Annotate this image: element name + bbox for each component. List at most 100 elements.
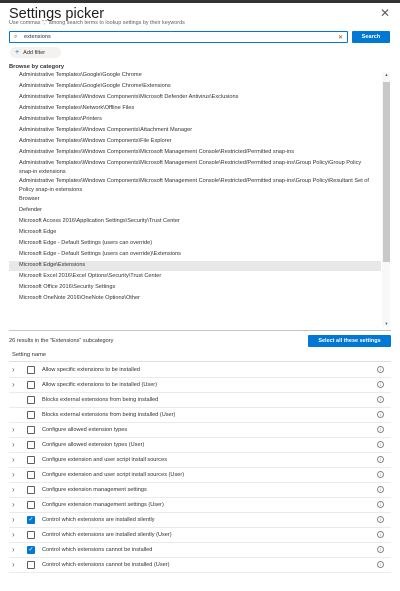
category-item[interactable]: Administrative Templates\Windows Compone… [9,93,381,102]
category-item[interactable]: Administrative Templates\Network\Offline… [9,104,381,113]
setting-row[interactable]: › Configure allowed extension types i [9,423,391,438]
results-summary: 26 results in the "Extensions" subcatego… [9,338,114,344]
category-item[interactable]: Microsoft Edge\Extensions [9,261,381,271]
category-list: Administrative Templates\Google\Google C… [9,71,391,327]
setting-row[interactable]: › Control which extensions cannot be inst… [9,558,391,573]
info-icon[interactable]: i [377,531,384,538]
category-item[interactable]: Administrative Templates\Google\Google C… [9,82,381,91]
chevron-right-icon[interactable]: › [12,500,15,510]
category-item[interactable]: Browser [9,195,381,204]
info-icon[interactable]: i [377,456,384,463]
setting-name: Configure extension and user script inst… [42,457,167,463]
category-item[interactable]: Administrative Templates\Windows Compone… [9,148,381,157]
setting-row[interactable]: › Allow specific extensions to be install… [9,363,391,378]
chevron-right-icon[interactable]: › [12,560,15,570]
setting-row[interactable]: › Configure extension and user script ins… [9,468,391,483]
setting-name: Control which extensions are installed s… [42,517,155,523]
setting-row[interactable]: › Configure extension and user script ins… [9,453,391,468]
category-item[interactable]: Defender [9,206,381,215]
category-item[interactable]: Microsoft Edge [9,228,381,237]
category-item[interactable]: Administrative Templates\Google\Google C… [9,71,381,80]
info-icon[interactable]: i [377,471,384,478]
setting-row[interactable]: › Control which extensions are installed … [9,513,391,528]
category-item[interactable]: Microsoft Edge - Default Settings (users… [9,239,381,248]
category-item[interactable]: Microsoft Access 2016\Application Settin… [9,217,381,226]
setting-name: Blocks external extensions from being in… [42,397,159,403]
setting-checkbox[interactable] [27,426,35,434]
category-item[interactable]: Microsoft OneNote 2016\OneNote Options\O… [9,294,381,303]
setting-checkbox[interactable] [27,486,35,494]
setting-checkbox[interactable] [27,441,35,449]
category-item[interactable]: Microsoft Excel 2016\Excel Options\Secur… [9,272,381,281]
setting-checkbox[interactable] [27,471,35,479]
info-icon[interactable]: i [377,381,384,388]
chevron-right-icon[interactable]: › [12,440,15,450]
setting-row[interactable]: Blocks external extensions from being in… [9,393,391,408]
plus-icon: + [15,49,20,56]
chevron-right-icon[interactable]: › [12,365,15,375]
setting-checkbox[interactable] [27,411,35,419]
category-item[interactable]: Microsoft Office 2016\Security Settings [9,283,381,292]
setting-checkbox[interactable] [27,396,35,404]
category-scrollbar-thumb[interactable] [383,82,390,262]
setting-row[interactable]: › Configure allowed extension types (User… [9,438,391,453]
info-icon[interactable]: i [377,516,384,523]
browse-heading: Browse by category [9,64,65,70]
setting-checkbox[interactable] [27,456,35,464]
setting-row[interactable]: › Control which extensions cannot be inst… [9,543,391,558]
search-button[interactable]: Search [352,31,390,43]
info-icon[interactable]: i [377,366,384,373]
search-hint: Use commas "," among search terms to loo… [9,20,185,26]
chevron-right-icon[interactable]: › [12,455,15,465]
setting-row[interactable]: › Allow specific extensions to be install… [9,378,391,393]
clear-search-icon[interactable]: ✕ [338,34,343,41]
info-icon[interactable]: i [377,396,384,403]
info-icon[interactable]: i [377,411,384,418]
setting-name: Allow specific extensions to be installe… [42,382,158,388]
setting-checkbox[interactable] [27,546,35,554]
chevron-right-icon[interactable]: › [12,485,15,495]
close-icon[interactable]: ✕ [380,6,390,20]
category-item[interactable]: Administrative Templates\Printers [9,115,381,124]
setting-name: Configure extension management settings [42,487,147,493]
chevron-right-icon[interactable]: › [12,515,15,525]
category-item[interactable]: Microsoft Edge - Default Settings (users… [9,250,381,259]
scroll-up-icon[interactable]: ▲ [383,72,390,77]
chevron-right-icon[interactable]: › [12,425,15,435]
info-icon[interactable]: i [377,426,384,433]
setting-name: Blocks external extensions from being in… [42,412,176,418]
chevron-right-icon[interactable]: › [12,530,15,540]
top-border [0,0,400,3]
category-item[interactable]: Administrative Templates\Windows Compone… [9,159,381,176]
info-icon[interactable]: i [377,441,384,448]
scroll-down-icon[interactable]: ▼ [383,321,390,326]
setting-checkbox[interactable] [27,501,35,509]
category-item[interactable]: Administrative Templates\Windows Compone… [9,177,381,194]
setting-row[interactable]: › Configure extension management settings… [9,498,391,513]
setting-checkbox[interactable] [27,381,35,389]
info-icon[interactable]: i [377,561,384,568]
add-filter-label: Add filter [23,49,46,56]
chevron-right-icon[interactable]: › [12,380,15,390]
setting-row[interactable]: › Control which extensions are installed … [9,528,391,543]
setting-row[interactable]: › Configure extension management settings… [9,483,391,498]
info-icon[interactable]: i [377,546,384,553]
chevron-right-icon[interactable]: › [12,545,15,555]
category-item[interactable]: Administrative Templates\Windows Compone… [9,137,381,146]
info-icon[interactable]: i [377,486,384,493]
add-filter-button[interactable]: + Add filter [10,47,61,58]
setting-name: Configure extension management settings … [42,502,164,508]
column-header-setting-name[interactable]: Setting name [12,352,46,358]
setting-checkbox[interactable] [27,561,35,569]
setting-checkbox[interactable] [27,366,35,374]
category-item[interactable]: Administrative Templates\Windows Compone… [9,126,381,135]
setting-name: Configure extension and user script inst… [42,472,185,478]
setting-row[interactable]: Blocks external extensions from being in… [9,408,391,423]
setting-name: Control which extensions cannot be insta… [42,547,153,553]
chevron-right-icon[interactable]: › [12,470,15,480]
setting-checkbox[interactable] [27,531,35,539]
search-input[interactable] [22,34,338,40]
setting-checkbox[interactable] [27,516,35,524]
info-icon[interactable]: i [377,501,384,508]
select-all-button[interactable]: Select all these settings [308,335,391,347]
